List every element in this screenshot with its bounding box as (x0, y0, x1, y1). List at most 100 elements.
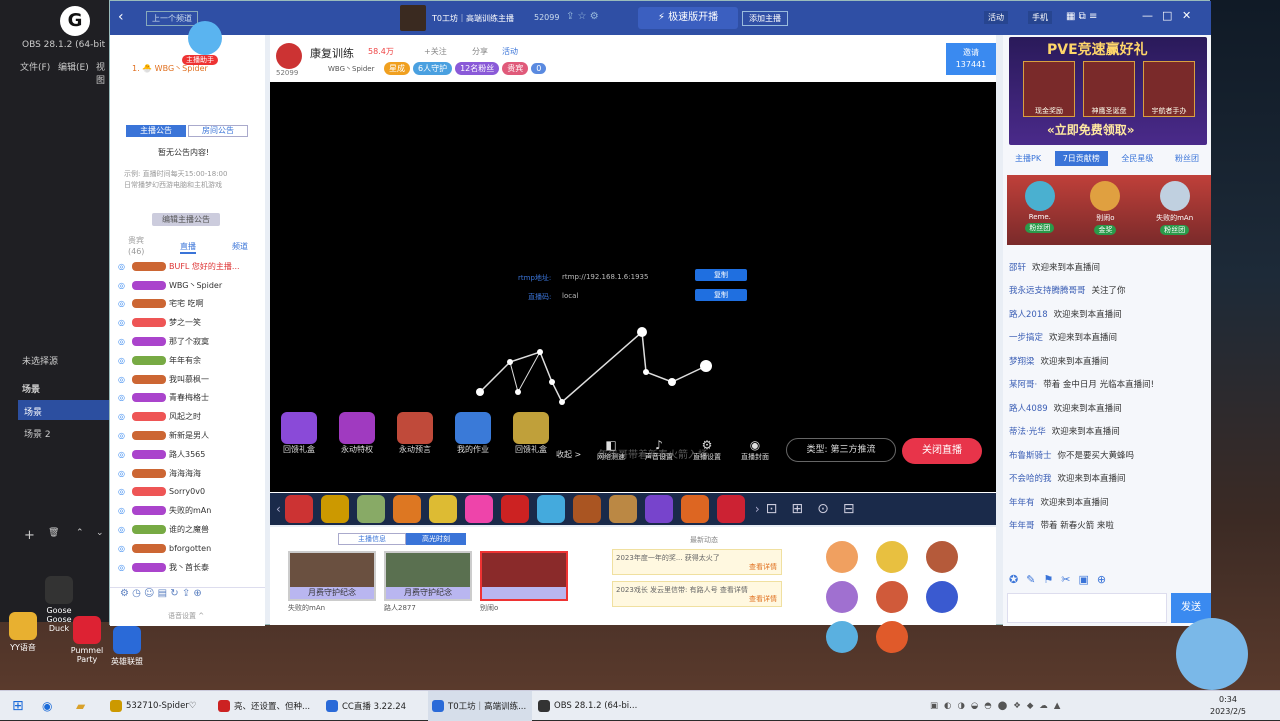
pve-banner[interactable]: PVE竞速赢好礼 现金奖励 神鹰圣诞盘 宇航者手办 «立即免费领取» (1009, 37, 1207, 145)
chat-message[interactable]: 年年哥 带着 新春火箭 来啦 (1003, 514, 1207, 538)
feature-button[interactable]: 我的作业 (444, 412, 502, 462)
activity-icon[interactable] (876, 581, 908, 613)
edge-icon[interactable]: ◉ (42, 691, 52, 721)
chat-user[interactable]: 路人2018 (1009, 308, 1048, 320)
chat-message[interactable]: 蒂法·光华 欢迎来到本直播间 (1003, 420, 1207, 444)
chat-toolbar[interactable]: ✪✎⚑✂▣⊕ (1009, 573, 1114, 586)
gift-item[interactable] (644, 495, 673, 523)
taskbar-app[interactable]: CC直播 3.22.24 (322, 691, 426, 721)
gift-item[interactable] (536, 495, 565, 523)
tab-live[interactable]: 直播 (180, 241, 196, 254)
news-item[interactable]: 2023戏长 发云里信带: 有路人号 查看详情 查看详情 (612, 581, 782, 607)
gift-next-icon[interactable]: › (755, 502, 760, 516)
chat-message[interactable]: 布鲁斯骑士 你不是要买大黄蜂吗 (1003, 443, 1207, 467)
gift-item[interactable] (392, 495, 421, 523)
close-button[interactable]: ✕ (1182, 9, 1191, 22)
chat-message[interactable]: 路人4089 欢迎来到本直播间 (1003, 396, 1207, 420)
feature-button[interactable]: 永动特权 (328, 412, 386, 462)
rank-entry[interactable]: 别闹o 金奖 (1090, 181, 1121, 235)
tab-room-announce[interactable]: 房间公告 (188, 125, 248, 137)
taskbar-app[interactable]: OBS 28.1.2 (64-bi... (534, 691, 638, 721)
host-avatar[interactable] (276, 43, 302, 69)
tab-host-info[interactable]: 主播信息 (338, 533, 406, 545)
control-button[interactable]: ⚙ 直播设置 (684, 438, 730, 462)
follow-button[interactable]: +关注 (424, 46, 447, 57)
chat-message[interactable]: 我永远支持腾腾哥哥 关注了你 (1003, 279, 1207, 303)
chat-user[interactable]: 我永远支持腾腾哥哥 (1009, 284, 1086, 296)
gift-item[interactable] (356, 495, 385, 523)
invite-button[interactable]: 邀请 137441 (946, 43, 996, 75)
chat-user[interactable]: 一步搞定 (1009, 331, 1043, 343)
news-link[interactable]: 查看详情 (749, 562, 777, 572)
chat-user[interactable]: 蒂法·光华 (1009, 425, 1046, 437)
fast-stream-button[interactable]: ⚡ 极速版开播 (638, 7, 738, 29)
chat-message[interactable]: 路人2018 欢迎来到本直播间 (1003, 302, 1207, 326)
chat-message[interactable]: 梦翔梁 欢迎来到本直播间 (1003, 349, 1207, 373)
control-button[interactable]: ◉ 直播封面 (732, 438, 778, 462)
taskbar-app[interactable]: 亮、还设置、但种... (214, 691, 318, 721)
add-host-button[interactable]: 添加主播 (742, 11, 788, 26)
feature-button[interactable]: 永动预言 (386, 412, 444, 462)
rank-tab[interactable]: 全民星级 (1113, 151, 1161, 166)
close-live-button[interactable]: 关闭直播 (902, 438, 982, 464)
share-icon[interactable]: ⇪ ☆ ⚙ (566, 11, 599, 22)
desktop-icon[interactable]: Pummel Party (70, 616, 104, 664)
chat-input[interactable] (1007, 593, 1167, 623)
banner-cta[interactable]: «立即免费领取» (1047, 121, 1135, 138)
maximize-button[interactable]: □ (1162, 9, 1172, 22)
feature-button[interactable]: 回馈礼盒 (502, 412, 560, 462)
clip-card[interactable]: 月费守护纪念 路人2877 (384, 551, 472, 613)
gift-item[interactable] (680, 495, 709, 523)
rank-tab[interactable]: 7日贡献榜 (1054, 151, 1108, 166)
activity-icon[interactable] (826, 581, 858, 613)
gift-item[interactable] (464, 495, 493, 523)
rank-tab[interactable]: 主播PK (1007, 151, 1049, 166)
gift-item[interactable] (320, 495, 349, 523)
rank-entry[interactable]: Reme. 粉丝团 (1024, 181, 1055, 235)
tab-highlights[interactable]: 高光时刻 (406, 533, 466, 545)
desktop-icon[interactable]: 英雄联盟 (110, 626, 144, 667)
copy-rtmp-button[interactable]: 复制 (695, 269, 747, 281)
activity-icon[interactable] (926, 581, 958, 613)
chat-message[interactable]: 一步搞定 欢迎来到本直播间 (1003, 326, 1207, 350)
chat-user[interactable]: 梦翔梁 (1009, 355, 1035, 367)
voice-settings[interactable]: 语音设置 ^ (168, 611, 204, 621)
gift-item[interactable] (608, 495, 637, 523)
chat-message[interactable]: 不会哈的我 欢迎来到本直播间 (1003, 467, 1207, 491)
clock[interactable]: 0:34 2023/2/5 (1210, 694, 1246, 718)
activity-button[interactable]: 活动 (984, 11, 1008, 24)
control-button[interactable]: ♪ 声音设置 (636, 438, 682, 462)
gift-item[interactable] (284, 495, 313, 523)
taskbar-app[interactable]: 532710-Spider♡ (106, 691, 210, 721)
edit-announce-button[interactable]: 编辑主播公告 (152, 213, 220, 226)
copy-key-button[interactable]: 复制 (695, 289, 747, 301)
gift-item[interactable] (500, 495, 529, 523)
minimize-button[interactable]: — (1142, 9, 1153, 22)
rank-entry[interactable]: 失败的mAn 粉丝团 (1156, 181, 1193, 235)
activity-icon[interactable] (826, 621, 858, 653)
layout-icon[interactable]: ▦ ⧉ ≡ (1066, 11, 1097, 22)
chat-user[interactable]: 年年哥 (1009, 519, 1035, 531)
tab-channel[interactable]: 频道 (232, 241, 248, 252)
chat-user[interactable]: 邵轩 (1009, 261, 1026, 273)
chat-user[interactable]: 不会哈的我 (1009, 472, 1052, 484)
chat-user[interactable]: 某阿哥· (1009, 378, 1037, 390)
rank-tab[interactable]: 粉丝团 (1167, 151, 1207, 166)
share-button[interactable]: 分享 (472, 46, 488, 57)
activity-icon[interactable] (876, 541, 908, 573)
activity-icon[interactable] (826, 541, 858, 573)
tray-icons[interactable]: ▣◐◑◒◓⬤❖◆☁▲ (930, 691, 1066, 721)
windows-start-icon[interactable]: ⊞ (12, 691, 24, 721)
gift-tools-icon[interactable]: ⊡⊞⊙⊟ (766, 501, 869, 517)
activity-icon[interactable] (876, 621, 908, 653)
clip-card[interactable]: 别闹o (480, 551, 568, 613)
chat-message[interactable]: 年年有 欢迎来到本直播间 (1003, 490, 1207, 514)
mobile-button[interactable]: 手机 (1028, 11, 1052, 24)
gift-item[interactable] (572, 495, 601, 523)
control-button[interactable]: ◧ 网络测速 (588, 438, 634, 462)
chat-user[interactable]: 年年有 (1009, 496, 1035, 508)
chat-user[interactable]: 路人4089 (1009, 402, 1048, 414)
chat-message[interactable]: 某阿哥· 带着 金中日月 光临本直播间! (1003, 373, 1207, 397)
collapse-button[interactable]: 收起 > (556, 449, 581, 460)
desktop-icon[interactable]: YY语音 (6, 612, 40, 653)
